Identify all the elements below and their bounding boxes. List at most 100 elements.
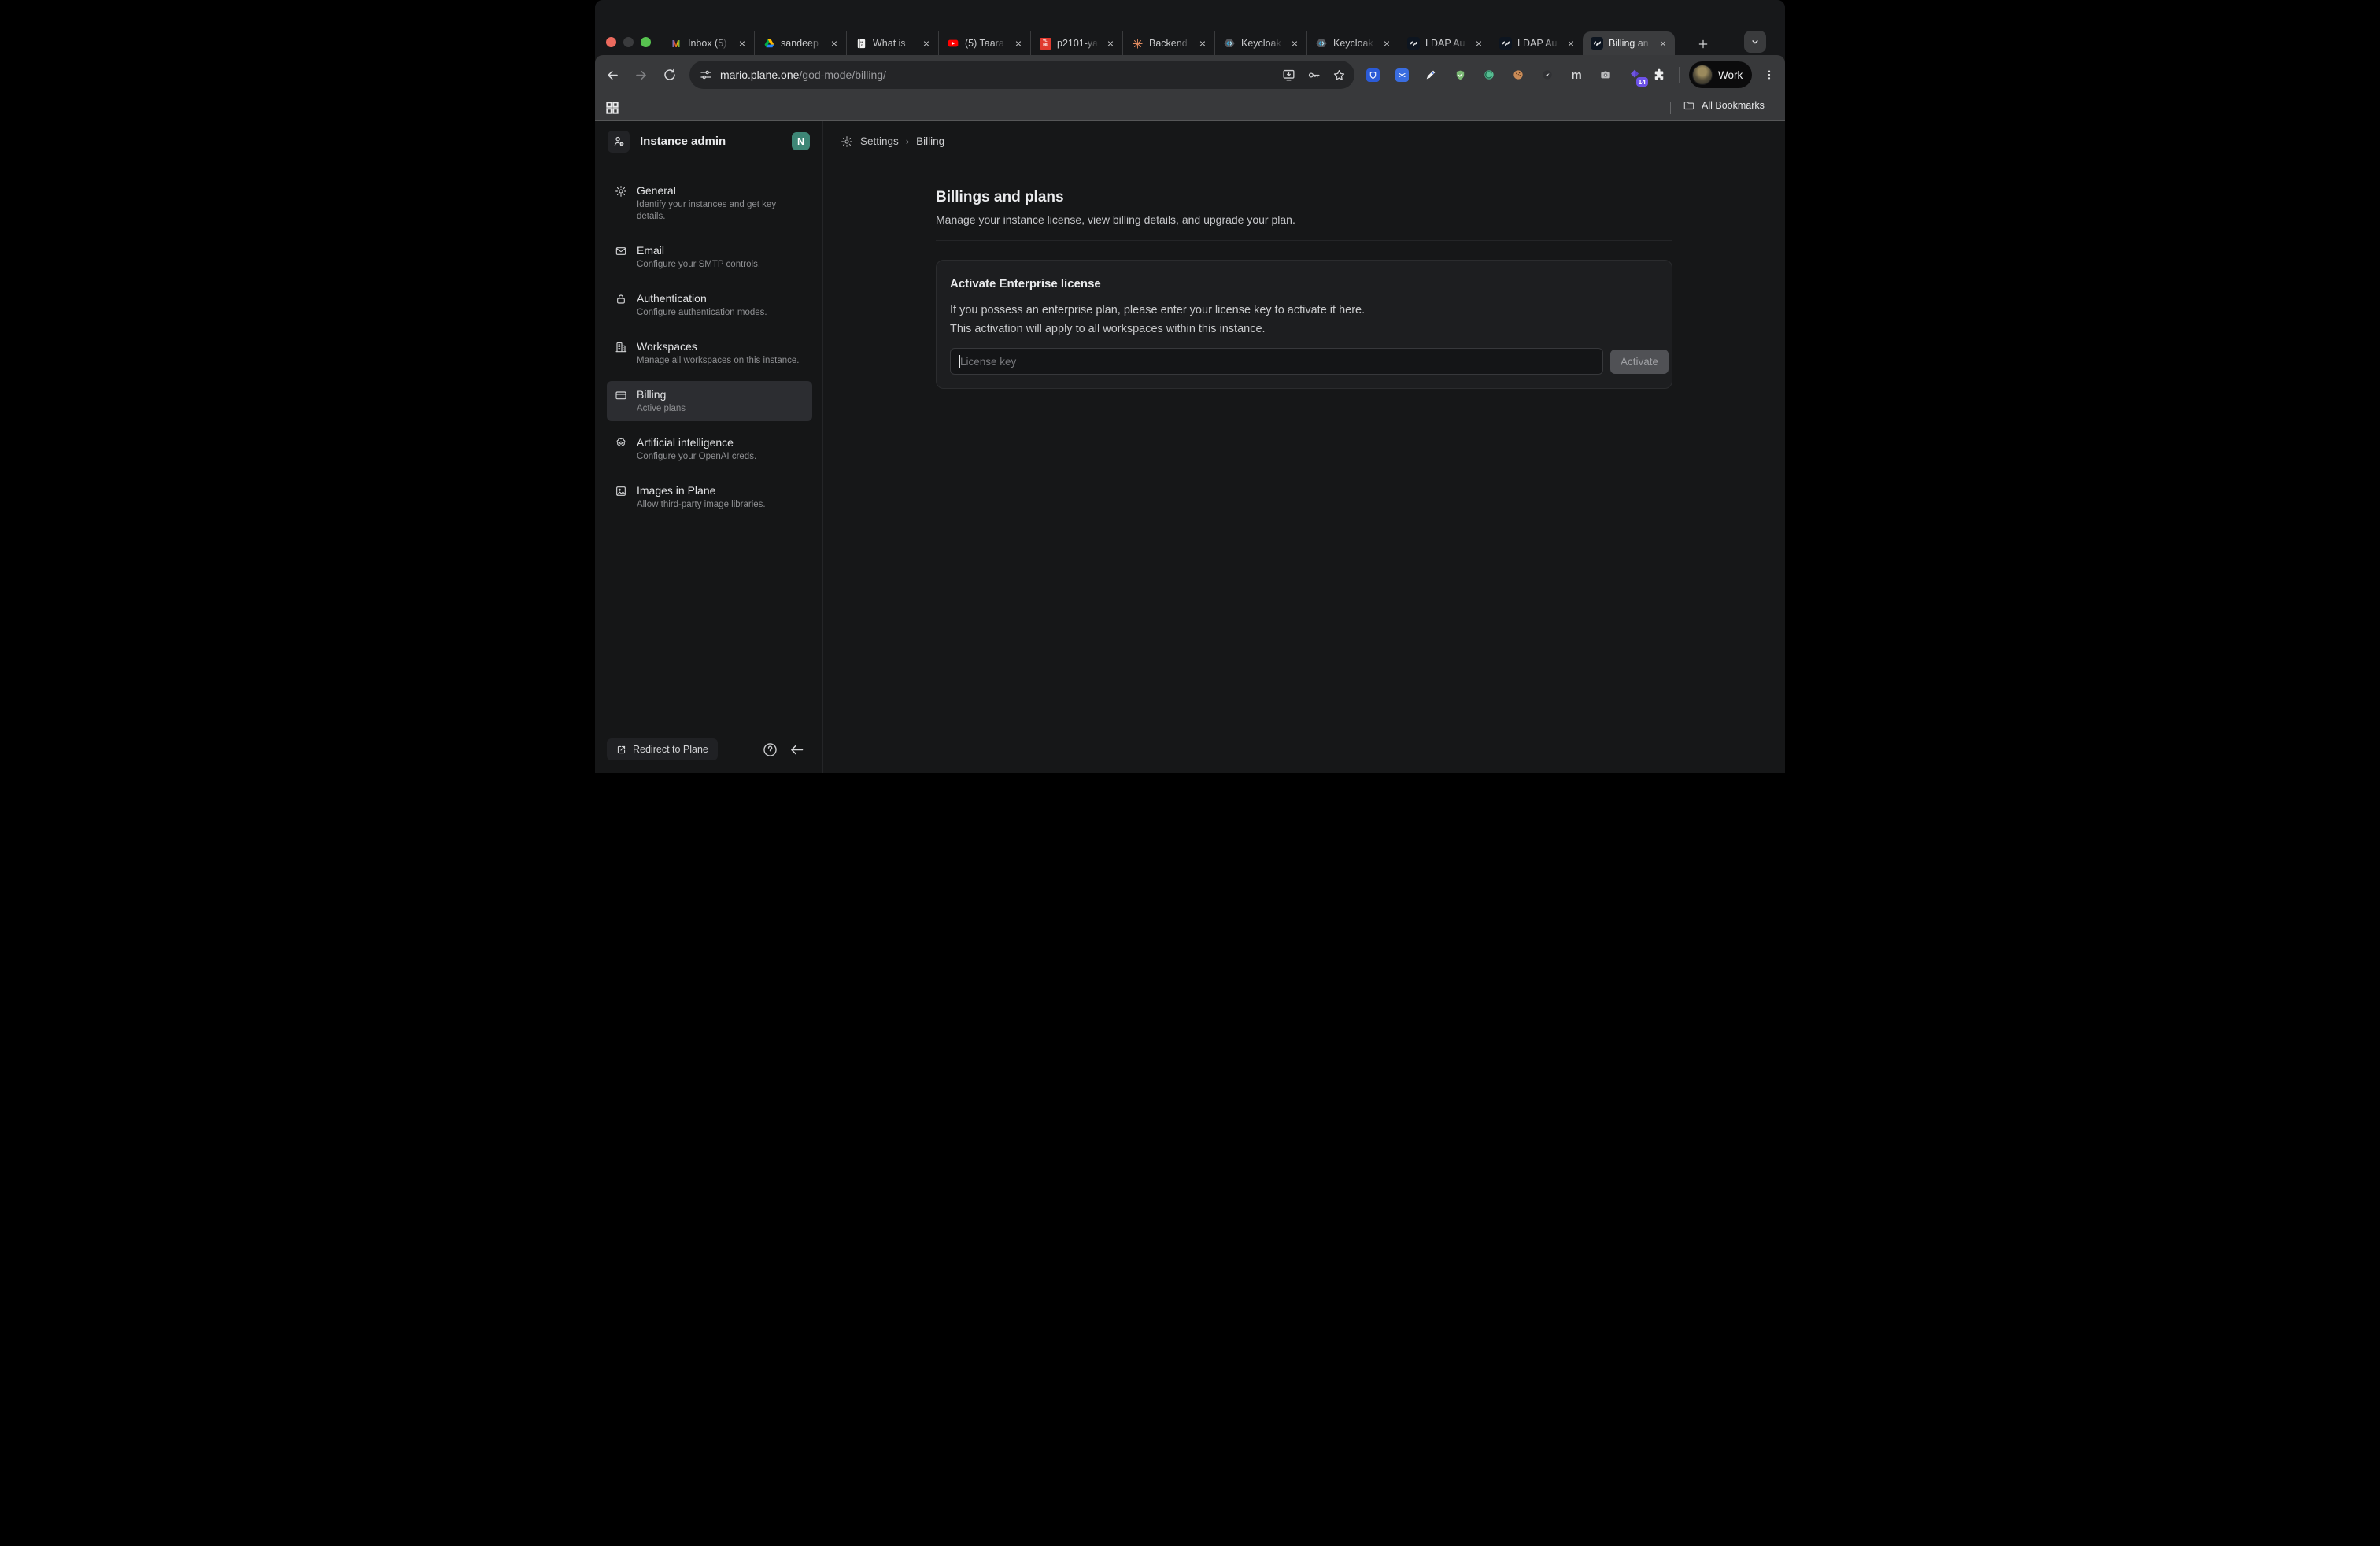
lock-icon xyxy=(615,293,627,305)
sidebar-item-artificial-intelligence[interactable]: Artificial intelligenceConfigure your Op… xyxy=(607,429,812,469)
browser-tab[interactable]: Billing an × xyxy=(1583,31,1675,55)
install-app-icon[interactable] xyxy=(1281,68,1296,83)
breadcrumb-settings[interactable]: Settings xyxy=(860,135,899,147)
tab-close-icon[interactable]: × xyxy=(921,38,932,49)
site-settings-icon[interactable] xyxy=(699,68,713,82)
browser-tab[interactable]: M Inbox (5) × xyxy=(662,31,754,55)
extensions-puzzle-icon[interactable] xyxy=(1651,67,1667,83)
plane-favicon xyxy=(1499,37,1512,50)
redirect-to-plane-button[interactable]: Redirect to Plane xyxy=(607,738,718,760)
drive-favicon xyxy=(763,37,775,50)
back-button[interactable] xyxy=(604,66,621,83)
tab-search-button[interactable] xyxy=(1744,31,1766,53)
user-avatar-badge[interactable]: N xyxy=(792,132,810,150)
plane-admin-app: Settings › Billing Instance admin N Gene… xyxy=(595,121,1785,773)
browser-menu-button[interactable] xyxy=(1762,66,1776,83)
sidebar-item-description: Configure your SMTP controls. xyxy=(637,259,760,271)
camera-extension-icon[interactable] xyxy=(1598,67,1613,83)
reload-button[interactable] xyxy=(661,66,678,83)
browser-tab[interactable]: sandeep× xyxy=(754,31,846,55)
tab-close-icon[interactable]: × xyxy=(737,38,748,49)
svg-text:M: M xyxy=(860,40,863,43)
password-key-icon[interactable] xyxy=(1306,68,1321,83)
activate-button[interactable]: Activate xyxy=(1610,350,1669,374)
all-bookmarks-button[interactable]: All Bookmarks xyxy=(1683,99,1765,112)
tab-close-icon[interactable]: × xyxy=(1381,38,1392,49)
gmail-favicon: M xyxy=(670,37,682,50)
tab-title: Billing an xyxy=(1609,38,1652,49)
ai-icon xyxy=(615,437,627,449)
dark-circle-extension-icon[interactable] xyxy=(1539,67,1555,83)
tab-close-icon[interactable]: × xyxy=(1289,38,1300,49)
tab-close-icon[interactable]: × xyxy=(1473,38,1484,49)
browser-tab[interactable]: Keycloak× xyxy=(1306,31,1399,55)
browser-tab[interactable]: Backend× xyxy=(1122,31,1214,55)
tab-title: Keycloak xyxy=(1241,38,1284,49)
bookmarks-bar xyxy=(595,94,1785,121)
tab-title: (5) Taara xyxy=(965,38,1007,49)
image-icon xyxy=(615,485,627,497)
sidebar-item-authentication[interactable]: AuthenticationConfigure authentication m… xyxy=(607,285,812,325)
browser-tab[interactable]: Keycloak × xyxy=(1214,31,1306,55)
instance-admin-icon[interactable] xyxy=(608,131,630,153)
page-title: Billings and plans xyxy=(936,188,1672,207)
browser-tab[interactable]: LDAP Au× xyxy=(1491,31,1583,55)
tab-close-icon[interactable]: × xyxy=(1105,38,1116,49)
svg-text:D: D xyxy=(860,43,863,46)
sidebar-item-description: Manage all workspaces on this instance. xyxy=(637,355,799,367)
snowflake-extension-icon[interactable] xyxy=(1394,67,1410,83)
m-letter-extension-icon[interactable]: m xyxy=(1569,67,1584,83)
extension-badge: 14 xyxy=(1636,77,1648,87)
tab-close-icon[interactable]: × xyxy=(1013,38,1024,49)
teal-orbit-extension-icon[interactable] xyxy=(1481,67,1497,83)
extensions-bar: m 14 xyxy=(1365,66,1643,83)
green-shield-extension-icon[interactable] xyxy=(1452,67,1468,83)
help-button[interactable] xyxy=(762,742,778,758)
address-bar[interactable]: mario.plane.one/god-mode/billing/ xyxy=(689,61,1354,89)
purple-diamond-extension-icon[interactable]: 14 xyxy=(1627,67,1643,83)
tab-strip: MInbox (5)×sandeep×MDWhat is ×(5) Taara×… xyxy=(595,0,1785,55)
tab-close-icon[interactable]: × xyxy=(1658,38,1669,49)
sidebar-item-description: Configure your OpenAI creds. xyxy=(637,451,756,463)
collapse-sidebar-arrow[interactable] xyxy=(789,742,805,758)
minimize-window-button[interactable] xyxy=(623,37,634,47)
sidebar-item-email[interactable]: EmailConfigure your SMTP controls. xyxy=(607,237,812,277)
tab-title: Inbox (5) xyxy=(688,38,731,49)
extensions-menu xyxy=(1651,66,1667,83)
license-key-input[interactable] xyxy=(950,348,1603,375)
book-favicon: MD xyxy=(855,37,867,50)
tab-close-icon[interactable]: × xyxy=(1197,38,1208,49)
sidebar-item-billing[interactable]: BillingActive plans xyxy=(607,381,812,421)
main-content: Billings and plans Manage your instance … xyxy=(823,161,1785,773)
close-window-button[interactable] xyxy=(606,37,616,47)
color-picker-extension-icon[interactable] xyxy=(1423,67,1439,83)
profile-chip[interactable]: Work xyxy=(1689,61,1752,88)
sidebar-item-images-in-plane[interactable]: Images in PlaneAllow third-party image l… xyxy=(607,477,812,517)
profile-avatar xyxy=(1692,65,1713,85)
new-tab-button[interactable] xyxy=(1694,35,1713,54)
sidebar-item-general[interactable]: GeneralIdentify your instances and get k… xyxy=(607,177,812,229)
apps-grid-icon[interactable] xyxy=(604,100,620,116)
sidebar-item-workspaces[interactable]: Workspaces Manage all workspaces on this … xyxy=(607,333,812,373)
zoom-window-button[interactable] xyxy=(641,37,651,47)
sidebar-item-label: General xyxy=(637,183,800,198)
bookmarks-divider xyxy=(1670,102,1671,114)
tab-close-icon[interactable]: × xyxy=(1565,38,1576,49)
forward-button[interactable] xyxy=(632,66,649,83)
cookie-extension-icon[interactable] xyxy=(1510,67,1526,83)
license-card-line2: This activation will apply to all worksp… xyxy=(950,320,1658,338)
tab-title: What is xyxy=(873,38,915,49)
browser-tab[interactable]: (5) Taara × xyxy=(938,31,1030,55)
browser-tab[interactable]: VLDBp2101-ya× xyxy=(1030,31,1122,55)
browser-tab[interactable]: MD What is × xyxy=(846,31,938,55)
bookmark-star-icon[interactable] xyxy=(1332,68,1347,83)
license-card-title: Activate Enterprise license xyxy=(950,277,1658,290)
browser-tab[interactable]: LDAP Au× xyxy=(1399,31,1491,55)
sidebar-item-label: Workspaces xyxy=(637,339,799,353)
blue-shield-extension-icon[interactable] xyxy=(1365,67,1380,83)
sidebar-item-description: Configure authentication modes. xyxy=(637,307,767,319)
tab-list: MInbox (5)×sandeep×MDWhat is ×(5) Taara×… xyxy=(662,31,1675,55)
tab-close-icon[interactable]: × xyxy=(829,38,840,49)
vldb-favicon: VLDB xyxy=(1039,37,1051,50)
sidebar-item-description: Active plans xyxy=(637,403,686,415)
